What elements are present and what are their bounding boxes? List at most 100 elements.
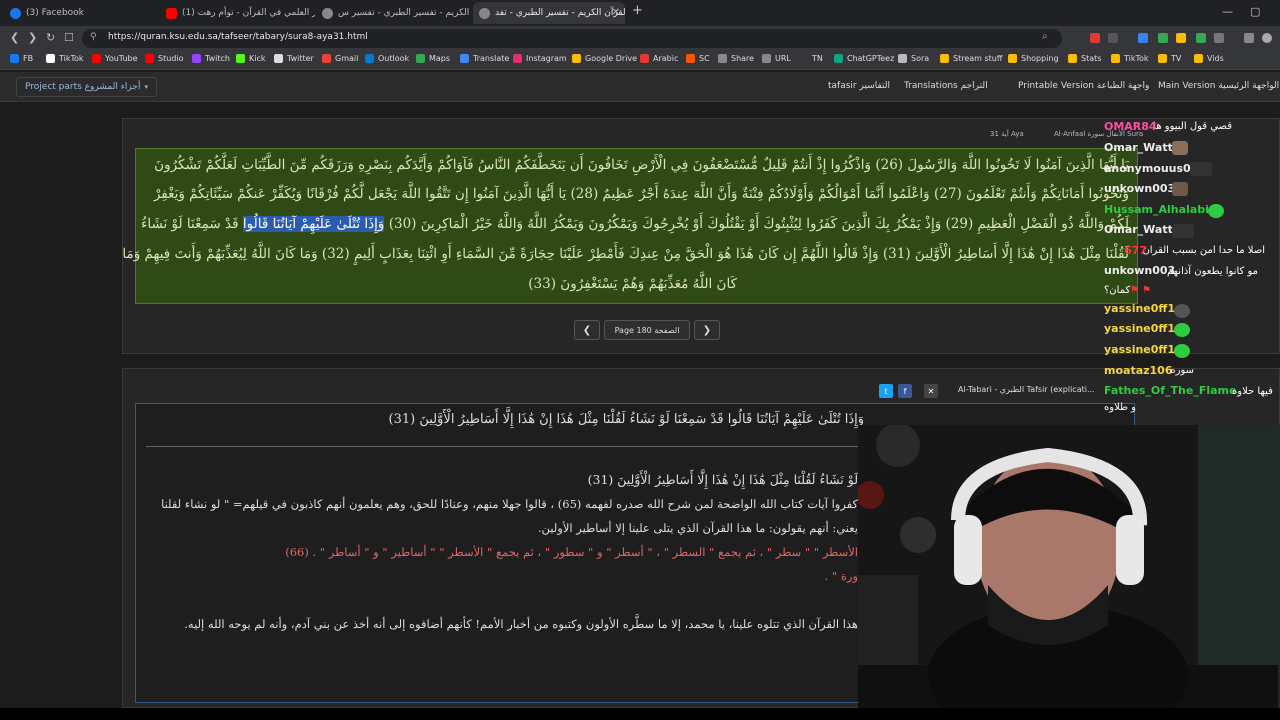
bookmark-item[interactable]: Translate bbox=[460, 54, 509, 63]
nav-main-version[interactable]: Main Version الواجهة الرئيسية bbox=[1158, 81, 1279, 91]
bookmark-label: Outlook bbox=[378, 54, 410, 63]
bookmark-item[interactable]: Arabic bbox=[640, 54, 678, 63]
verse-line: لَقُلْنَا مِثْلَ هَٰذَا إِنْ هَٰذَا إِلَ… bbox=[122, 246, 1129, 262]
folder-icon bbox=[940, 54, 949, 63]
bookmark-item[interactable]: ChatGPTeez bbox=[834, 54, 894, 63]
reload-icon[interactable]: ↻ bbox=[46, 31, 55, 44]
bookmark-item[interactable]: Google Drive bbox=[572, 54, 637, 63]
verse-line: كَانَ اللَّهُ مُعَذِّبَهُمْ وَهُمْ يَسْت… bbox=[528, 276, 737, 292]
extension-icon[interactable] bbox=[1214, 33, 1224, 43]
tab-quran-active[interactable]: القرآن الكريم - تفسير الطبري - تفد... ✕ bbox=[473, 2, 625, 24]
bookmark-item[interactable]: SC bbox=[686, 54, 710, 63]
prev-page-button[interactable]: ❮ bbox=[574, 320, 600, 340]
bookmark-item[interactable]: Sora bbox=[898, 54, 929, 63]
bookmark-label: ChatGPTeez bbox=[847, 54, 895, 63]
tab-facebook[interactable]: (3) Facebook bbox=[4, 2, 159, 24]
nav-translations[interactable]: Translations التراجم bbox=[904, 81, 988, 91]
bookmark-favicon-icon bbox=[460, 54, 469, 63]
nav-tafsir[interactable]: tafasir التفاسير bbox=[828, 81, 890, 91]
close-icon[interactable]: ✕ bbox=[924, 384, 938, 398]
address-bar[interactable]: ⚲ https://quran.ksu.edu.sa/tafseer/tabar… bbox=[82, 29, 1062, 48]
bookmark-favicon-icon bbox=[898, 54, 907, 63]
project-parts-dropdown[interactable]: Project parts أجزاء المشروع ▾ bbox=[16, 77, 157, 97]
chat-username: yassine0ff1 bbox=[1104, 322, 1175, 335]
bookmark-folder[interactable]: TV bbox=[1158, 54, 1181, 63]
bookmark-folder[interactable]: Stats bbox=[1068, 54, 1101, 63]
bookmark-label: URL bbox=[775, 54, 791, 63]
bookmark-item[interactable]: Gmail bbox=[322, 54, 358, 63]
extension-icon[interactable] bbox=[1138, 33, 1148, 43]
page-select[interactable]: Page 180 الصفحة bbox=[604, 320, 690, 340]
back-icon[interactable]: ❮ bbox=[10, 31, 19, 44]
emote-icon bbox=[1174, 304, 1190, 318]
bookmark-item[interactable]: Instagram bbox=[513, 54, 567, 63]
aya-select[interactable]: آية 31 Aya bbox=[990, 130, 1024, 138]
bookmark-folder[interactable]: TikTok bbox=[1111, 54, 1149, 63]
globe-icon bbox=[322, 7, 333, 19]
chat-message: قصي قول البيوو ها bbox=[1153, 121, 1232, 132]
tafsir-title[interactable]: Al-Tabari - الطبري Tafsir (explicati... bbox=[958, 385, 1095, 394]
bookmark-item[interactable]: Kick bbox=[236, 54, 266, 63]
tafsir-line: هذا القرآن الذي تتلوه علينا، يا محمد، إل… bbox=[184, 617, 858, 631]
verse-line: وَتَخُونُوا أَمَانَاتِكُمْ وَأَنتُمْ تَع… bbox=[154, 186, 1129, 202]
minimize-icon[interactable]: — bbox=[1222, 5, 1233, 18]
browser-toolbar: ❮ ❯ ↻ ☐ ⚲ https://quran.ksu.edu.sa/tafse… bbox=[0, 26, 1280, 50]
chat-message: كمان؟ bbox=[1104, 285, 1131, 296]
close-tab-icon[interactable]: ✕ bbox=[612, 7, 620, 18]
extension-icon[interactable] bbox=[1158, 33, 1168, 43]
bookmark-item[interactable]: YouTube bbox=[92, 54, 138, 63]
bookmark-folder[interactable]: Stream stuff bbox=[940, 54, 1002, 63]
twitter-share-icon[interactable]: t bbox=[879, 384, 893, 398]
zoom-icon[interactable]: ⌕ bbox=[1042, 31, 1048, 42]
caret-down-icon: ▾ bbox=[144, 83, 148, 91]
bookmark-label: Shopping bbox=[1021, 54, 1059, 63]
bookmark-item[interactable]: FB bbox=[10, 54, 33, 63]
bookmark-favicon-icon bbox=[192, 54, 201, 63]
divider bbox=[146, 446, 866, 447]
extension-icon[interactable] bbox=[1196, 33, 1206, 43]
chat-username: unkown003 bbox=[1104, 182, 1176, 195]
project-parts-label: Project parts أجزاء المشروع bbox=[25, 82, 141, 92]
bookmark-item[interactable]: TikTok bbox=[46, 54, 84, 63]
bookmark-icon[interactable]: ☐ bbox=[64, 31, 74, 44]
bookmark-item[interactable]: Share bbox=[718, 54, 754, 63]
maximize-icon[interactable]: ▢ bbox=[1250, 5, 1260, 18]
chat-username: anonymouus0 bbox=[1104, 162, 1191, 175]
chat-message: مو كانوا يطعون آذانهم bbox=[1167, 266, 1258, 277]
extension-icon[interactable] bbox=[1090, 33, 1100, 43]
bookmark-item[interactable]: Twitch bbox=[192, 54, 230, 63]
forward-icon[interactable]: ❯ bbox=[28, 31, 37, 44]
bookmark-item[interactable]: Outlook bbox=[365, 54, 409, 63]
extension-icon[interactable] bbox=[1244, 33, 1254, 43]
folder-icon bbox=[1194, 54, 1203, 63]
nav-printable[interactable]: Printable Version واجهة الطباعة bbox=[1018, 81, 1149, 91]
emote-icon bbox=[1172, 182, 1188, 196]
profile-avatar[interactable] bbox=[1262, 33, 1272, 43]
bookmark-label: Stream stuff bbox=[953, 54, 1003, 63]
bookmark-item[interactable]: Studio bbox=[145, 54, 183, 63]
tab-quran-1[interactable]: القرآن الكريم - تفسير الطبري - تفسير س..… bbox=[316, 2, 471, 24]
extension-icon[interactable] bbox=[1176, 33, 1186, 43]
chat-message: و طلاوه bbox=[1104, 402, 1137, 413]
bookmark-label: Vids bbox=[1207, 54, 1224, 63]
site-info-icon[interactable]: ⚲ bbox=[90, 32, 97, 42]
bookmark-item[interactable]: Twitter bbox=[274, 54, 314, 63]
emote-icon bbox=[1174, 344, 1190, 358]
bookmark-folder[interactable]: Vids bbox=[1194, 54, 1224, 63]
facebook-share-icon[interactable]: f bbox=[898, 384, 912, 398]
bookmark-item[interactable]: URL bbox=[762, 54, 791, 63]
bookmark-folder[interactable]: Shopping bbox=[1008, 54, 1059, 63]
chat-message: سوره bbox=[1170, 365, 1194, 376]
tab-youtube[interactable]: (1) الإعجاز العلمي في القرآن - توأم رهت.… bbox=[160, 2, 315, 24]
bookmark-item[interactable]: Maps bbox=[416, 54, 450, 63]
bookmark-item[interactable]: TN bbox=[812, 54, 823, 63]
extension-icon[interactable] bbox=[1108, 33, 1118, 43]
bookmark-favicon-icon bbox=[416, 54, 425, 63]
new-tab-icon[interactable]: + bbox=[632, 3, 643, 18]
bookmark-label: FB bbox=[23, 54, 34, 63]
verse-text: لَكُمْ وَاللَّهُ ذُو الْفَضْلِ الْعَظِيم… bbox=[388, 216, 1129, 232]
bookmark-label: Share bbox=[731, 54, 755, 63]
next-page-button[interactable]: ❯ bbox=[694, 320, 720, 340]
bookmark-label: Stats bbox=[1081, 54, 1102, 63]
bookmark-label: SC bbox=[699, 54, 710, 63]
